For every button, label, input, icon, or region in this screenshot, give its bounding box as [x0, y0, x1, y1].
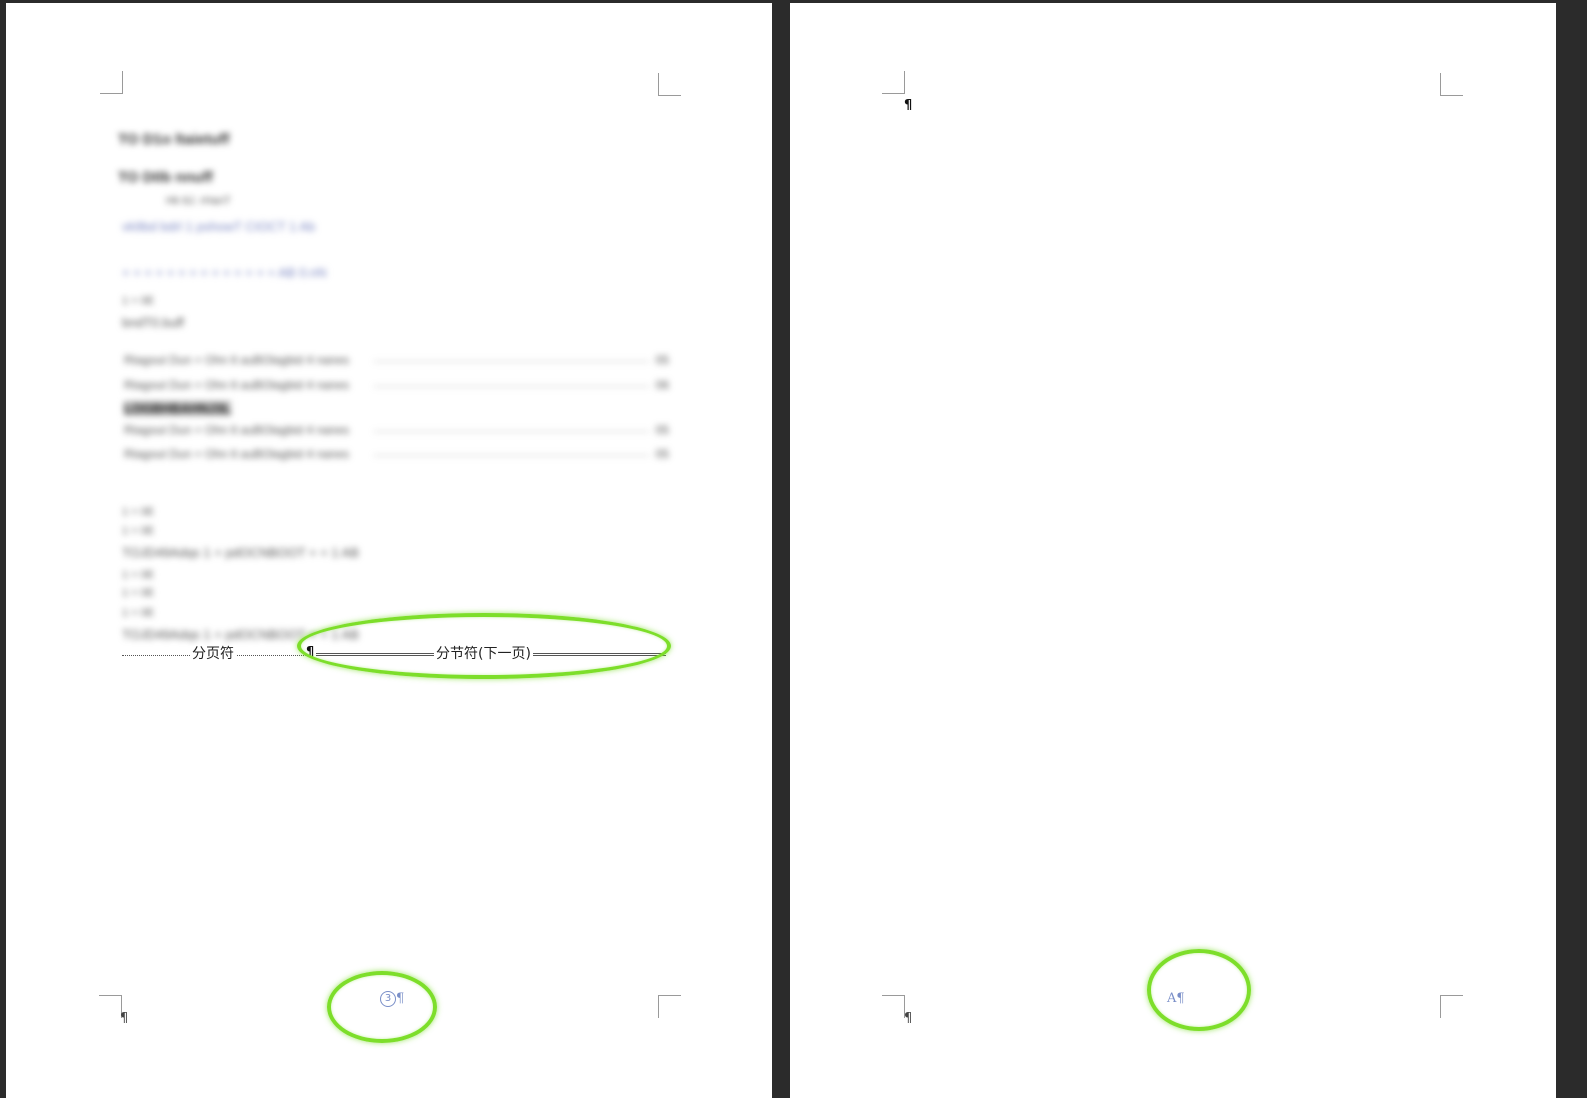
blurred-text: 1 + 0E: [122, 525, 155, 537]
blurred-bold-text: LOGBHBAHNJ3L: [124, 401, 231, 416]
toc-row: Rtagout Dun + Ohn lt auBOlagbid 4 nanes 0…: [124, 447, 669, 461]
page-break-label: 分页符: [190, 646, 236, 662]
footer-pilcrow-left: ¶: [904, 1011, 913, 1026]
highlight-ellipse-page-number: [327, 971, 437, 1043]
blurred-heading: TO D0b nnuff: [118, 169, 213, 186]
blurred-text: bndT0.buff: [122, 315, 184, 330]
toc-row: Rtagout Dun + Ohn lt auBOlagbid 4 nanes 0…: [124, 353, 669, 367]
toc-row: Rtagout Dun + Ohn lt auBOlagbid 4 nanes 0…: [124, 378, 669, 392]
document-page-right[interactable]: ¶ A¶ ¶: [790, 3, 1556, 1098]
footer-pilcrow-left: ¶: [120, 1011, 129, 1026]
blurred-text: 1 + 0E: [122, 587, 155, 599]
toc-row: Rtagout Dun + Ohn lt auBOlagbid 4 nanes 0…: [124, 423, 669, 437]
crop-mark-top-right: [1440, 73, 1463, 96]
blurred-text: 1 + 0E: [122, 607, 155, 619]
crop-mark-bottom-right: [1440, 995, 1463, 1018]
blurred-text: Hk ttJ. rHanT: [166, 195, 231, 207]
blurred-heading: TO D1o ltaietuff: [118, 131, 230, 148]
crop-mark-top-left: [882, 71, 905, 94]
document-page-left[interactable]: TO D1o ltaietuff TO D0b nnuff Hk ttJ. rH…: [6, 3, 772, 1098]
blurred-content-area: TO D1o ltaietuff TO D0b nnuff Hk ttJ. rH…: [6, 3, 772, 1098]
text-cursor-paragraph-mark[interactable]: ¶: [904, 98, 912, 113]
highlight-ellipse-footer-mark: [1147, 949, 1251, 1031]
blurred-text: TOJD49Adqs 1 + pdOCNBOOT + + 1 AB: [122, 545, 359, 560]
highlight-ellipse-section-break: [297, 613, 671, 679]
blurred-text: 1 + 0E: [122, 506, 155, 518]
blurred-link: + + + + + + + + + + + + + + AB 0.nN: [122, 265, 327, 280]
crop-mark-bottom-left: [882, 995, 905, 1018]
blurred-link: vk9bd bdrl 1 pshowT CIOCT 1 Ab: [122, 219, 316, 234]
blurred-text: 1 + 0E: [122, 295, 155, 307]
blurred-text: 1 + 0E: [122, 569, 155, 581]
